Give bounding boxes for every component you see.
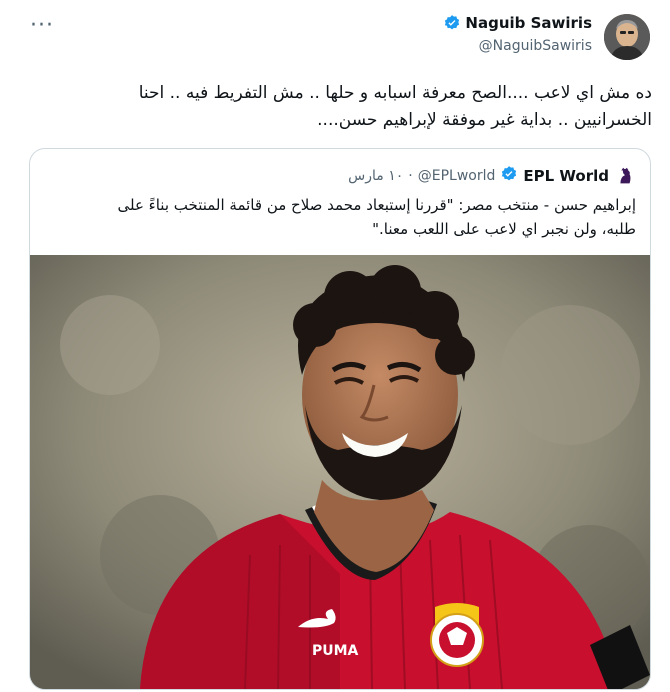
quoted-separator: ·	[408, 168, 413, 184]
author-name[interactable]: Naguib Sawiris	[465, 14, 592, 32]
verified-badge-icon	[443, 14, 461, 32]
quoted-tweet-photo[interactable]: PUMA	[30, 255, 650, 689]
verified-badge-icon	[500, 165, 518, 187]
quoted-tweet-text: إبراهيم حسن - منتخب مصر: "قررنا إستبعاد …	[44, 193, 637, 241]
tweet-text: ده مش اي لاعب ....الصح معرفة اسبابه و حل…	[60, 80, 652, 134]
quoted-handle[interactable]: @EPLworld	[418, 168, 496, 184]
egypt-crest-icon	[430, 603, 484, 667]
author-handle[interactable]: @NaguibSawiris	[443, 38, 592, 54]
quoted-author-name[interactable]: EPL World	[523, 167, 609, 185]
premier-league-logo-icon[interactable]	[614, 165, 636, 187]
quoted-tweet-header: ١٠ مارس · @EPLworld EPL World	[348, 165, 636, 187]
quoted-date[interactable]: ١٠ مارس	[348, 168, 403, 184]
tweet-text-line: ده مش اي لاعب ....الصح معرفة اسبابه و حل…	[138, 83, 652, 103]
author-block[interactable]: Naguib Sawiris @NaguibSawiris	[443, 14, 592, 54]
jersey-brand-text: PUMA	[312, 643, 359, 659]
quoted-text-line: إبراهيم حسن - منتخب مصر: "قررنا إستبعاد …	[117, 196, 637, 214]
more-options-icon[interactable]: ···	[30, 15, 54, 37]
quoted-text-line: طلبه، ولن نجبر اي لاعب على اللعب معنا."	[372, 220, 636, 238]
tweet-text-line: الخسرانيين .. بداية غير موفقة لإبراهيم ح…	[317, 110, 652, 130]
author-avatar[interactable]	[604, 14, 650, 60]
quoted-tweet[interactable]: ١٠ مارس · @EPLworld EPL World إبراهيم حس…	[29, 148, 651, 690]
